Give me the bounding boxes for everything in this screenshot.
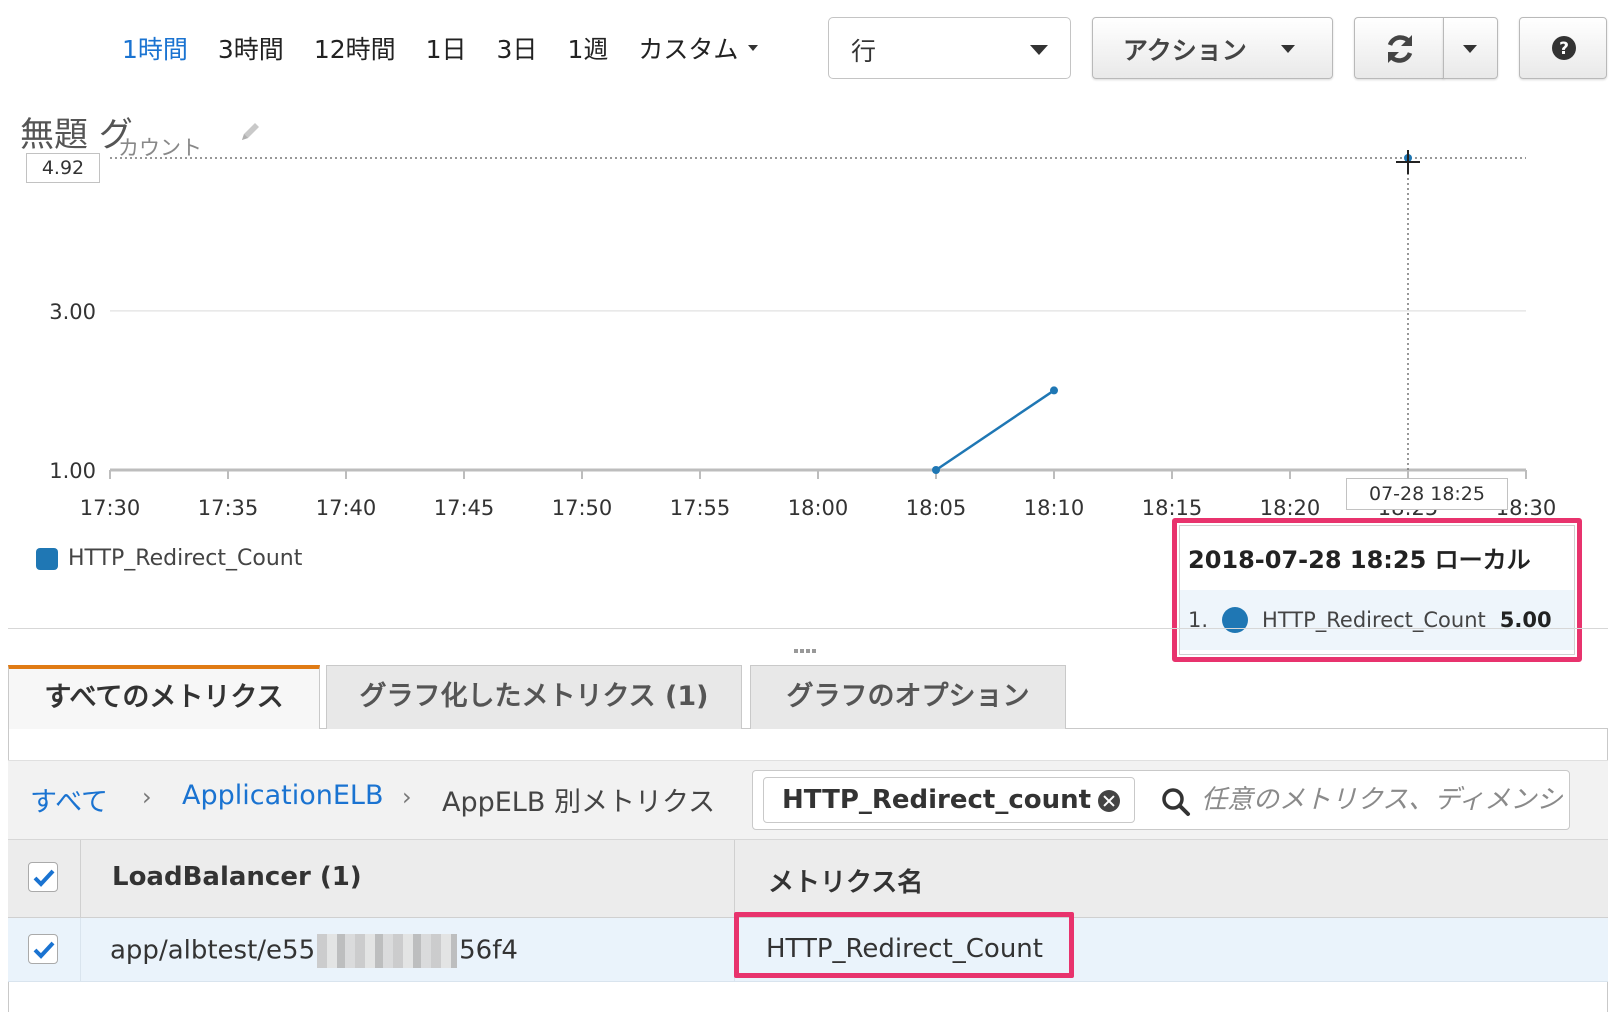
loadbalancer-name-prefix: app/albtest/e55 [110, 935, 316, 966]
x-tick-label: 17:45 [434, 496, 495, 520]
chevron-down-icon [1030, 45, 1048, 55]
view-type-value: 行 [851, 37, 877, 66]
breadcrumb-separator: › [142, 783, 152, 811]
data-point-tooltip: 2018-07-28 18:25 ローカル 1. HTTP_Redirect_C… [1172, 518, 1582, 662]
y-tick-label: 1.00 [49, 459, 96, 483]
time-range-selector: 1時間 3時間 12時間 1日 3日 1週 カスタム [122, 30, 759, 66]
x-tick-label: 17:40 [316, 496, 377, 520]
x-tick-label: 18:15 [1142, 496, 1203, 520]
loadbalancer-cell: app/albtest/e55 56f4 [110, 934, 518, 968]
tab-graphed-metrics[interactable]: グラフ化したメトリクス (1) [326, 665, 742, 729]
line-chart: 1.00 3.00 17:30 17:35 17:40 17:45 17:50 17:55 18… [49, 150, 1556, 520]
hover-time-label: 07-28 18:25 [1346, 478, 1508, 510]
x-tick-label: 17:55 [670, 496, 731, 520]
tab-graph-options[interactable]: グラフのオプション [750, 665, 1066, 729]
range-1h[interactable]: 1時間 [122, 30, 188, 66]
range-custom[interactable]: カスタム [638, 30, 759, 66]
x-tick-label: 18:20 [1260, 496, 1321, 520]
series-line [935, 389, 1055, 472]
hover-value-label: 4.92 [26, 153, 100, 183]
range-12h[interactable]: 12時間 [314, 30, 396, 66]
caret-down-icon [748, 45, 759, 51]
data-point [1050, 386, 1058, 395]
data-point [932, 466, 940, 474]
resize-grip-icon[interactable] [794, 638, 818, 653]
search-icon [1162, 788, 1190, 816]
help-button[interactable]: ? [1519, 17, 1607, 79]
actions-button[interactable]: アクション [1092, 17, 1333, 79]
x-tick-label: 18:00 [788, 496, 849, 520]
highlight-box [734, 912, 1074, 978]
tooltip-header: 2018-07-28 18:25 ローカル [1188, 546, 1531, 574]
range-3d[interactable]: 3日 [497, 30, 538, 66]
range-1w[interactable]: 1週 [567, 30, 608, 66]
tab-all-metrics[interactable]: すべてのメトリクス [8, 665, 320, 730]
range-3h[interactable]: 3時間 [218, 30, 284, 66]
breadcrumb-all[interactable]: すべて [30, 780, 108, 819]
x-tick-label: 18:10 [1024, 496, 1085, 520]
help-icon: ? [1552, 36, 1576, 60]
svg-text:?: ? [1559, 39, 1569, 59]
search-input[interactable] [1201, 779, 1565, 821]
x-tick-label: 17:50 [552, 496, 613, 520]
column-header-metric-name[interactable]: メトリクス名 [768, 862, 923, 899]
checkmark-icon [33, 941, 55, 959]
checkmark-icon [33, 869, 55, 887]
breadcrumb-dimension: AppELB 別メトリクス [442, 787, 716, 818]
panel-divider [8, 628, 1608, 629]
row-checkbox[interactable] [28, 934, 58, 964]
x-tick-label: 17:30 [80, 496, 141, 520]
x-tick-label: 17:35 [198, 496, 259, 520]
x-tick-label: 18:05 [906, 496, 967, 520]
y-tick-label: 3.00 [49, 300, 96, 324]
remove-token-icon[interactable] [1098, 790, 1120, 812]
column-header-loadbalancer[interactable]: LoadBalancer (1) [112, 862, 362, 892]
refresh-button[interactable] [1354, 17, 1444, 79]
tooltip-row: 1. HTTP_Redirect_Count 5.00 [1180, 590, 1574, 650]
breadcrumb-namespace[interactable]: ApplicationELB [182, 780, 384, 811]
breadcrumb-separator: › [402, 783, 412, 811]
caret-down-icon [1281, 45, 1295, 53]
refresh-options-button[interactable] [1443, 17, 1498, 79]
legend-series-name: HTTP_Redirect_Count [68, 546, 303, 571]
refresh-icon [1387, 35, 1413, 63]
range-custom-label: カスタム [638, 35, 739, 64]
redacted-region [317, 934, 458, 968]
actions-button-label: アクション [1123, 36, 1247, 65]
loadbalancer-name-suffix: 56f4 [459, 935, 518, 966]
legend-swatch [36, 547, 58, 570]
select-all-checkbox[interactable] [28, 862, 58, 892]
range-1d[interactable]: 1日 [426, 30, 467, 66]
search-token-label: HTTP_Redirect_count [782, 785, 1092, 815]
search-token[interactable]: HTTP_Redirect_count [763, 777, 1135, 823]
chevron-down-icon [1463, 45, 1477, 53]
chart-legend[interactable]: HTTP_Redirect_Count [36, 546, 302, 571]
view-type-select[interactable]: 行 [828, 17, 1071, 79]
metric-search-box: HTTP_Redirect_count [752, 770, 1570, 830]
series-dot-icon [1222, 607, 1249, 633]
